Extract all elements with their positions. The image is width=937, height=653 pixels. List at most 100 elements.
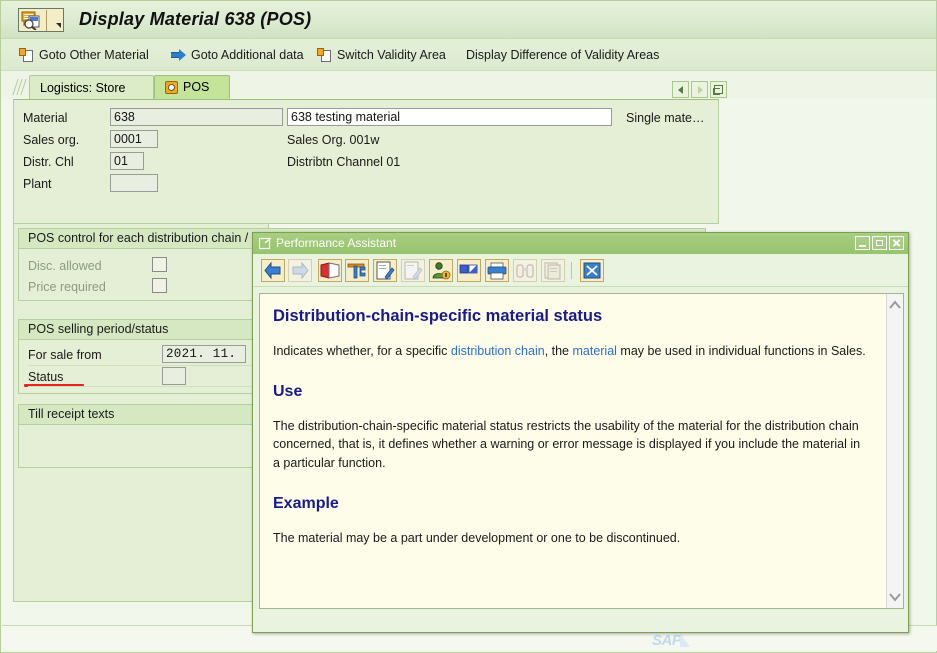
help-intro-part2: , the [544,343,573,358]
system-menu-divider [46,10,47,31]
plant-input[interactable] [110,174,158,192]
scroll-tabs-left-button[interactable] [672,81,689,98]
for-sale-from-input[interactable] [162,345,246,363]
new-document-icon [317,47,333,63]
display-shape-button[interactable] [457,259,481,282]
help-example-text: The material may be a part under develop… [273,531,681,546]
clipboard-button [541,259,565,282]
price-required-label: Price required [28,280,106,294]
tab-navigation-buttons [672,81,727,98]
distr-chl-input[interactable] [110,152,144,170]
distribution-chain-link[interactable]: distribution chain [451,344,545,358]
print-button[interactable] [485,259,509,282]
sales-org-label: Sales org. [23,133,80,147]
help-vertical-scrollbar[interactable] [886,294,903,608]
triangle-left-icon [678,86,683,94]
tab-pos[interactable]: POS [154,75,230,99]
price-required-checkbox[interactable] [152,278,167,293]
switch-validity-area-button[interactable]: Switch Validity Area [317,45,446,65]
scroll-up-button[interactable] [887,297,903,314]
sales-org-text: Sales Org. 001w [287,133,380,147]
triangle-right-icon [698,86,703,94]
back-arrow-icon [264,261,281,280]
page-title: Display Material 638 (POS) [79,9,312,29]
performance-assistant-footer [253,610,908,632]
help-use-text: The distribution-chain-specific material… [273,419,861,470]
scroll-down-button[interactable] [887,588,903,605]
help-use-heading: Use [273,383,303,401]
chevron-up-icon [889,300,901,309]
goto-other-material-label: Goto Other Material [39,48,149,62]
scroll-tabs-right-button[interactable] [691,81,708,98]
help-content-pane: Distribution-chain-specific material sta… [259,293,904,609]
help-window-icon [258,237,272,250]
pos-tab-icon [165,80,178,94]
material-header-panel: Material Single mate… Sales org. Sales O… [13,99,719,224]
system-menu-button[interactable] [18,8,64,32]
chevron-down-icon [56,23,61,28]
material-description-input[interactable] [287,108,612,126]
close-box-icon [583,262,601,279]
disc-allowed-label: Disc. allowed [28,259,102,273]
maximize-button[interactable] [872,236,887,250]
forward-arrow-icon [292,261,309,280]
create-note-button[interactable] [373,259,397,282]
distr-chl-label: Distr. Chl [23,155,74,169]
minimize-button[interactable] [855,236,870,250]
material-input[interactable] [110,108,283,126]
close-help-button[interactable] [580,259,604,282]
material-label: Material [23,111,68,125]
sales-org-input[interactable] [110,130,158,148]
personal-note-button[interactable] [429,259,453,282]
person-note-icon [432,262,451,280]
close-button[interactable] [889,236,904,250]
status-label: Status [28,370,64,384]
help-heading: Distribution-chain-specific material sta… [273,307,603,325]
plant-label: Plant [23,177,52,191]
new-document-icon [19,47,35,63]
find-button [513,259,537,282]
performance-assistant-toolbar [253,254,908,287]
performance-assistant-title-bar[interactable]: Performance Assistant [253,233,908,254]
material-link[interactable]: material [572,344,616,358]
open-book-icon [320,262,340,279]
performance-assistant-title: Performance Assistant [276,236,397,250]
disc-allowed-checkbox[interactable] [152,257,167,272]
printer-icon [487,262,507,280]
toolbar-separator [571,262,572,279]
status-input[interactable] [162,367,186,385]
back-button[interactable] [261,259,285,282]
clipboard-icon [544,262,561,280]
single-material-label: Single mate… [626,111,705,125]
help-intro-part3: may be used in individual functions in S… [616,343,866,358]
tab-pos-label: POS [183,80,210,94]
tab-strip: Logistics: Store POS [1,71,936,99]
chevron-down-icon [889,593,901,602]
forward-button [288,259,312,282]
edit-note-button [401,259,425,282]
pencil-note-arrow-icon [404,261,423,280]
blue-right-arrow-icon [171,47,187,63]
goto-additional-data-button[interactable]: Goto Additional data [171,45,304,65]
tab-logistics-store[interactable]: Logistics: Store [29,75,154,99]
tab-stack-decoration [12,79,29,99]
tab-list-button[interactable] [710,81,727,98]
goto-other-material-button[interactable]: Goto Other Material [19,45,149,65]
window-list-icon [713,85,723,95]
performance-assistant-window-controls [855,236,904,250]
open-help-book-button[interactable] [318,259,342,282]
sap-logo: SAP [652,632,691,649]
tab-logistics-store-label: Logistics: Store [40,80,126,95]
display-difference-validity-areas-button[interactable]: Display Difference of Validity Areas [466,45,659,65]
goto-additional-data-label: Goto Additional data [191,48,304,62]
technical-information-button[interactable] [345,259,369,282]
binoculars-icon [516,264,534,278]
wrench-hammer-icon [347,263,366,279]
distr-chl-text: Distribtn Channel 01 [287,155,401,169]
switch-validity-area-label: Switch Validity Area [337,48,446,62]
performance-assistant-window: Performance Assistant Distribution-chain… [252,232,909,633]
help-intro-paragraph: Indicates whether, for a specific distri… [273,342,870,360]
blue-shapes-icon [459,264,478,274]
for-sale-from-label: For sale from [28,348,102,362]
field-separator [28,386,254,387]
